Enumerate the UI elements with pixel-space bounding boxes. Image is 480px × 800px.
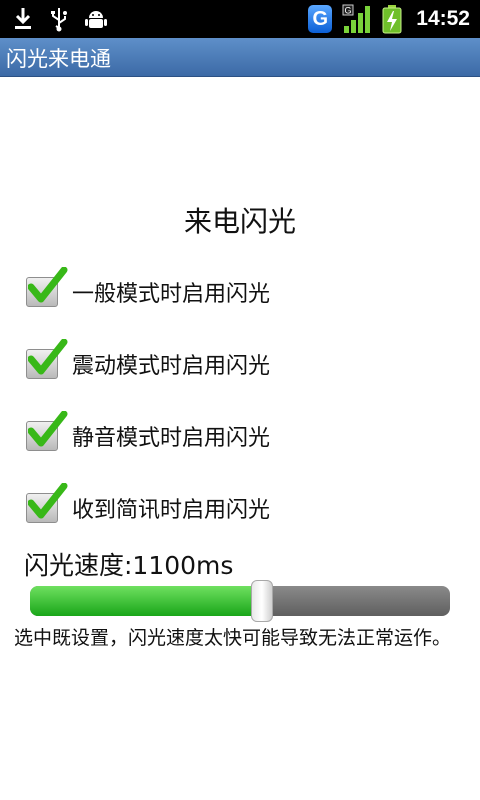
checkmark-icon: [28, 339, 68, 375]
status-bar: G G 14:52: [0, 0, 480, 38]
option-vibrate-mode[interactable]: 震动模式时启用闪光: [26, 339, 271, 380]
app-title: 闪光来电通: [6, 47, 111, 71]
hint-text: 选中既设置，闪光速度太快可能导致无法正常运作。: [14, 627, 452, 649]
checkmark-icon: [28, 483, 68, 519]
option-sms[interactable]: 收到简讯时启用闪光: [26, 483, 271, 524]
option-silent-mode[interactable]: 静音模式时启用闪光: [26, 411, 271, 452]
checkbox[interactable]: [26, 483, 68, 523]
checkmark-icon: [28, 267, 68, 303]
slider-thumb[interactable]: [251, 580, 273, 622]
option-label: 静音模式时启用闪光: [72, 426, 271, 451]
checkmark-icon: [28, 411, 68, 447]
svg-text:G: G: [345, 6, 352, 16]
option-label: 收到简讯时启用闪光: [72, 498, 271, 523]
title-bar: 闪光来电通: [0, 38, 480, 77]
signal-icon: G: [342, 4, 372, 34]
clock: 14:52: [416, 7, 470, 30]
flash-speed-slider[interactable]: [30, 580, 450, 622]
battery-charging-icon: [382, 4, 402, 34]
download-icon: [12, 6, 34, 32]
option-label: 一般模式时启用闪光: [72, 282, 271, 307]
android-debug-icon: [84, 6, 108, 32]
option-normal-mode[interactable]: 一般模式时启用闪光: [26, 267, 271, 308]
flash-speed-label: 闪光速度:1100ms: [24, 551, 234, 580]
slider-fill: [30, 586, 261, 616]
usb-icon: [48, 6, 70, 32]
checkbox[interactable]: [26, 339, 68, 379]
g-app-icon: G: [308, 5, 333, 33]
option-label: 震动模式时启用闪光: [72, 354, 271, 379]
checkbox[interactable]: [26, 267, 68, 307]
section-heading: 来电闪光: [183, 205, 296, 238]
checkbox[interactable]: [26, 411, 68, 451]
